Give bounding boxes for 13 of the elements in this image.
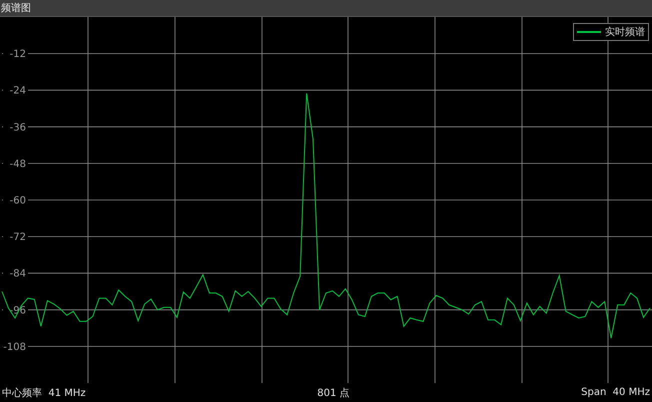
- axis-label: -72: [10, 232, 26, 244]
- axis-label: -84: [10, 268, 26, 280]
- point-count: 801 点: [317, 386, 350, 400]
- axis-label: -108: [3, 342, 26, 353]
- center-frequency: 中心频率 41 MHz: [2, 386, 86, 400]
- span-value: Span 40 MHz: [581, 387, 650, 398]
- axis-label: -12: [10, 49, 26, 60]
- axis-label: -36: [10, 122, 26, 134]
- axis-label: -48: [10, 158, 26, 170]
- axis-label: -24: [10, 86, 26, 97]
- window-title: 频谱图: [0, 2, 31, 15]
- legend-label: 实时频谱: [605, 26, 645, 39]
- axis-label: -60: [10, 196, 26, 206]
